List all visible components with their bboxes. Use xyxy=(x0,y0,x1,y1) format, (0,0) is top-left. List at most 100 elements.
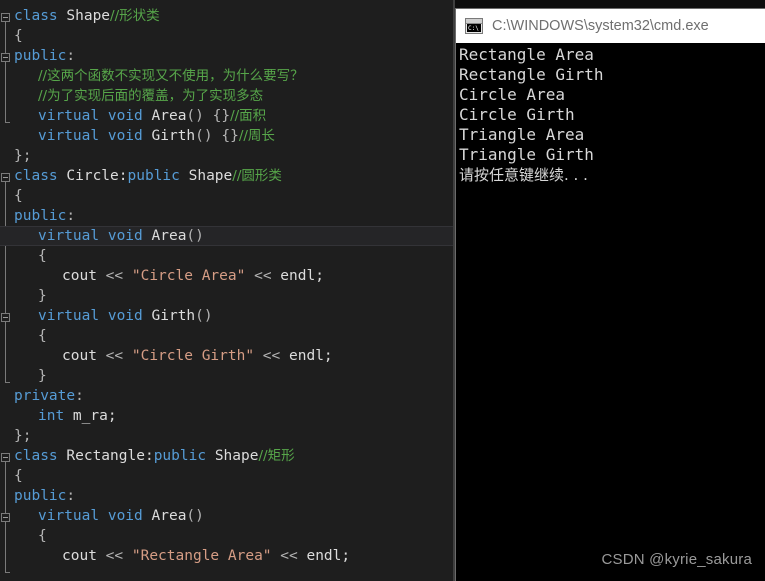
console-output-line: Circle Area xyxy=(459,85,565,104)
console-output-line: Circle Girth xyxy=(459,105,575,124)
code-line[interactable]: public: xyxy=(0,486,454,506)
code-token: }; xyxy=(14,148,32,164)
code-token: endl; xyxy=(280,268,324,284)
code-line[interactable]: cout << "Circle Girth" << endl; xyxy=(0,346,454,366)
code-token: virtual xyxy=(38,108,108,124)
code-line[interactable]: int m_ra; xyxy=(0,406,454,426)
code-line[interactable]: virtual void Area() xyxy=(0,506,454,526)
code-line[interactable]: //这两个函数不实现又不使用，为什么要写？ xyxy=(0,66,454,86)
code-token: //形状类 xyxy=(110,8,160,24)
code-editor[interactable]: class Shape//形状类{public://这两个函数不实现又不使用，为… xyxy=(0,0,454,581)
code-token: { xyxy=(14,188,23,204)
code-token: endl; xyxy=(306,548,351,564)
code-token: }; xyxy=(14,428,32,444)
code-token: Girth xyxy=(151,308,196,324)
code-token: Circle: xyxy=(66,168,128,184)
console-output-line: Rectangle Girth xyxy=(459,65,604,84)
code-line[interactable]: virtual void Girth() {}//周长 xyxy=(0,126,454,146)
code-token: m_ra; xyxy=(72,408,117,424)
code-line[interactable]: class Shape//形状类 xyxy=(0,6,454,26)
code-token: //面积 xyxy=(230,108,267,124)
console-output-line: 请按任意键继续. . . xyxy=(459,166,588,184)
code-line[interactable]: virtual void Area() {}//面积 xyxy=(0,106,454,126)
code-token: Area xyxy=(151,108,187,124)
code-line[interactable]: //为了实现后面的覆盖，为了实现多态 xyxy=(0,86,454,106)
cmd-console-window[interactable]: C:\ C:\WINDOWS\system32\cmd.exe Rectangl… xyxy=(455,8,765,581)
code-token: void xyxy=(107,128,152,144)
code-line[interactable]: } xyxy=(0,366,454,386)
code-token: { xyxy=(38,328,47,344)
code-token: Girth xyxy=(151,128,196,144)
code-line[interactable]: { xyxy=(0,26,454,46)
code-line[interactable]: } xyxy=(0,286,454,306)
code-line[interactable]: public: xyxy=(0,206,454,226)
code-line[interactable]: public: xyxy=(0,46,454,66)
code-token: { xyxy=(38,248,47,264)
code-token: //周长 xyxy=(238,128,275,144)
code-token: { xyxy=(14,28,23,44)
code-token: () xyxy=(186,508,204,524)
code-token: << xyxy=(245,268,281,284)
code-token: class xyxy=(14,448,67,464)
code-token: public xyxy=(14,488,67,504)
console-title-text: C:\WINDOWS\system32\cmd.exe xyxy=(492,18,709,34)
console-output-area[interactable]: Rectangle Area Rectangle Girth Circle Area… xyxy=(456,43,765,581)
code-line-list[interactable]: class Shape//形状类{public://这两个函数不实现又不使用，为… xyxy=(0,0,454,566)
fold-guide-end xyxy=(5,572,10,573)
code-line[interactable]: cout << "Circle Area" << endl; xyxy=(0,266,454,286)
code-token: () xyxy=(186,228,204,244)
code-line[interactable]: { xyxy=(0,186,454,206)
code-token: } xyxy=(38,288,47,304)
code-token: : xyxy=(66,488,76,504)
code-line[interactable]: virtual void Area() xyxy=(0,226,454,246)
code-token: void xyxy=(107,508,152,524)
code-token: () {} xyxy=(186,108,231,124)
code-token: "Circle Area" xyxy=(131,268,246,284)
code-token: public xyxy=(14,208,67,224)
code-token: virtual xyxy=(38,308,108,324)
console-output-line: Triangle Area xyxy=(459,125,585,144)
code-token: () xyxy=(195,308,213,324)
code-token: << xyxy=(105,348,132,364)
code-token: //圆形类 xyxy=(232,168,282,184)
code-line[interactable]: }; xyxy=(0,146,454,166)
code-line[interactable]: private: xyxy=(0,386,454,406)
code-line[interactable]: cout << "Rectangle Area" << endl; xyxy=(0,546,454,566)
code-token: Shape xyxy=(214,448,259,464)
code-token: cout xyxy=(62,348,106,364)
code-token: endl; xyxy=(289,348,333,364)
code-line[interactable]: { xyxy=(0,526,454,546)
code-token: "Rectangle Area" xyxy=(131,548,272,564)
code-token: public xyxy=(153,448,215,464)
code-token: { xyxy=(38,528,47,544)
code-token: class xyxy=(14,8,67,24)
code-line[interactable]: class Circle:public Shape//圆形类 xyxy=(0,166,454,186)
console-output-line: Triangle Girth xyxy=(459,145,594,164)
code-token: << xyxy=(254,348,289,364)
code-line[interactable]: }; xyxy=(0,426,454,446)
code-token: class xyxy=(14,168,67,184)
code-token: Shape xyxy=(66,8,111,24)
code-token: private xyxy=(14,388,76,404)
code-token: "Circle Girth" xyxy=(131,348,255,364)
code-line[interactable]: virtual void Girth() xyxy=(0,306,454,326)
cmd-icon: C:\ xyxy=(465,18,483,34)
code-token: //这两个函数不实现又不使用，为什么要写？ xyxy=(38,68,304,84)
code-token: void xyxy=(107,108,152,124)
code-token: Area xyxy=(151,228,187,244)
console-output-line: Rectangle Area xyxy=(459,45,594,64)
code-token: int xyxy=(38,408,73,424)
code-token: Area xyxy=(151,508,187,524)
code-token: { xyxy=(14,468,23,484)
code-token: << xyxy=(105,548,132,564)
code-token: : xyxy=(66,208,76,224)
code-line[interactable]: { xyxy=(0,246,454,266)
code-token: : xyxy=(66,48,76,64)
code-line[interactable]: { xyxy=(0,466,454,486)
code-token: cout xyxy=(62,268,106,284)
code-token: public xyxy=(127,168,189,184)
console-title-bar[interactable]: C:\ C:\WINDOWS\system32\cmd.exe xyxy=(456,9,765,43)
code-line[interactable]: class Rectangle:public Shape//矩形 xyxy=(0,446,454,466)
code-token: << xyxy=(105,268,132,284)
code-line[interactable]: { xyxy=(0,326,454,346)
